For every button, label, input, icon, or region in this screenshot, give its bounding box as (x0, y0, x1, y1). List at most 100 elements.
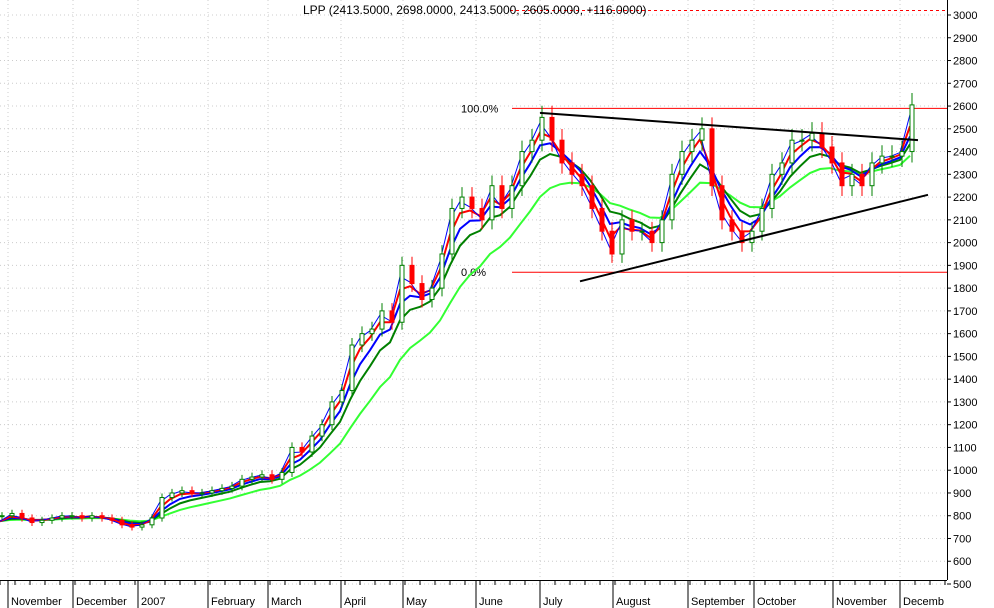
candle (9, 512, 15, 517)
candle (349, 344, 355, 392)
candle (539, 116, 545, 141)
candle (319, 424, 325, 437)
candle (89, 515, 95, 519)
y-tick-label: 1500 (953, 351, 977, 363)
candle (139, 524, 145, 528)
y-tick-label: 1800 (953, 283, 977, 295)
candle (549, 116, 555, 141)
candle (199, 492, 205, 495)
y-tick-label: 500 (953, 579, 971, 591)
y-tick-label: 2900 (953, 33, 977, 45)
y-tick-label: 2200 (953, 192, 977, 204)
candle (0, 515, 5, 518)
candle (659, 219, 665, 244)
candle (469, 196, 475, 209)
y-tick-label: 1300 (953, 397, 977, 409)
candle (289, 446, 295, 473)
y-tick-label: 2600 (953, 101, 977, 113)
candle (569, 162, 575, 175)
candle (489, 185, 495, 221)
candle (459, 196, 465, 209)
x-tick-label: August (616, 596, 650, 608)
candle (419, 283, 425, 300)
candle (409, 264, 415, 285)
y-tick-label: 1600 (953, 329, 977, 341)
candle (859, 173, 865, 187)
y-tick-label: 3000 (953, 10, 977, 22)
candle (379, 310, 385, 330)
y-tick-label: 1100 (953, 442, 977, 454)
candle (579, 173, 585, 187)
candle (909, 104, 915, 153)
candle (849, 173, 855, 187)
candle (819, 132, 825, 148)
y-tick-label: 1900 (953, 260, 977, 272)
y-tick-label: 2500 (953, 124, 977, 136)
x-tick-label: November (11, 596, 62, 608)
candle (879, 155, 885, 164)
candle (359, 333, 365, 346)
candle (589, 185, 595, 209)
candle (449, 207, 455, 255)
x-tick-label: October (757, 596, 796, 608)
candle (899, 151, 905, 157)
candle (249, 476, 255, 480)
candle (169, 492, 175, 499)
candle (99, 515, 105, 519)
y-tick-label: 2400 (953, 147, 977, 159)
candle (49, 517, 55, 521)
candle (779, 162, 785, 175)
candle (709, 128, 715, 187)
candle (69, 515, 75, 518)
y-tick-label: 900 (953, 488, 971, 500)
candle (389, 310, 395, 323)
candle (229, 485, 235, 489)
candle (159, 497, 165, 519)
y-tick-label: 700 (953, 533, 971, 545)
candle (219, 487, 225, 492)
candle (39, 519, 45, 524)
candle (79, 515, 85, 519)
candle (399, 264, 405, 323)
candle (59, 515, 65, 519)
candle (599, 207, 605, 232)
candle (839, 162, 845, 187)
candle (149, 517, 155, 526)
candle (639, 230, 645, 233)
candle (479, 207, 485, 221)
x-tick-label: 2007 (141, 596, 165, 608)
candle (519, 151, 525, 187)
candle (509, 185, 515, 209)
candle (619, 219, 625, 255)
stock-chart: 500 600 700 800 900 1000 1100 1200 1300 1400 1500 1… (0, 0, 994, 608)
candle (769, 173, 775, 209)
candle (119, 519, 125, 526)
x-tick-label: September (691, 596, 745, 608)
candle (689, 139, 695, 153)
candle (529, 139, 535, 153)
candle (109, 517, 115, 521)
candle (729, 219, 735, 232)
x-tick-label: May (406, 596, 427, 608)
y-tick-label: 2000 (953, 238, 977, 250)
candle (19, 512, 25, 519)
chart-title: LPP (2413.5000, 2698.0000, 2413.5000, 26… (303, 3, 647, 17)
candle (719, 185, 725, 221)
x-tick-label: April (344, 596, 366, 608)
candle (669, 173, 675, 221)
candle (269, 474, 275, 480)
x-tick-label: November (836, 596, 887, 608)
candle (209, 490, 215, 494)
x-tick-label: February (211, 596, 256, 608)
candle (439, 253, 445, 289)
x-tick-label: June (479, 596, 503, 608)
candle (679, 151, 685, 175)
candle (129, 524, 135, 528)
candle (699, 128, 705, 141)
candle (789, 139, 795, 164)
candle (559, 139, 565, 164)
candle (309, 435, 315, 453)
y-tick-label: 800 (953, 511, 971, 523)
candle (889, 155, 895, 158)
x-tick-label: December (76, 596, 127, 608)
